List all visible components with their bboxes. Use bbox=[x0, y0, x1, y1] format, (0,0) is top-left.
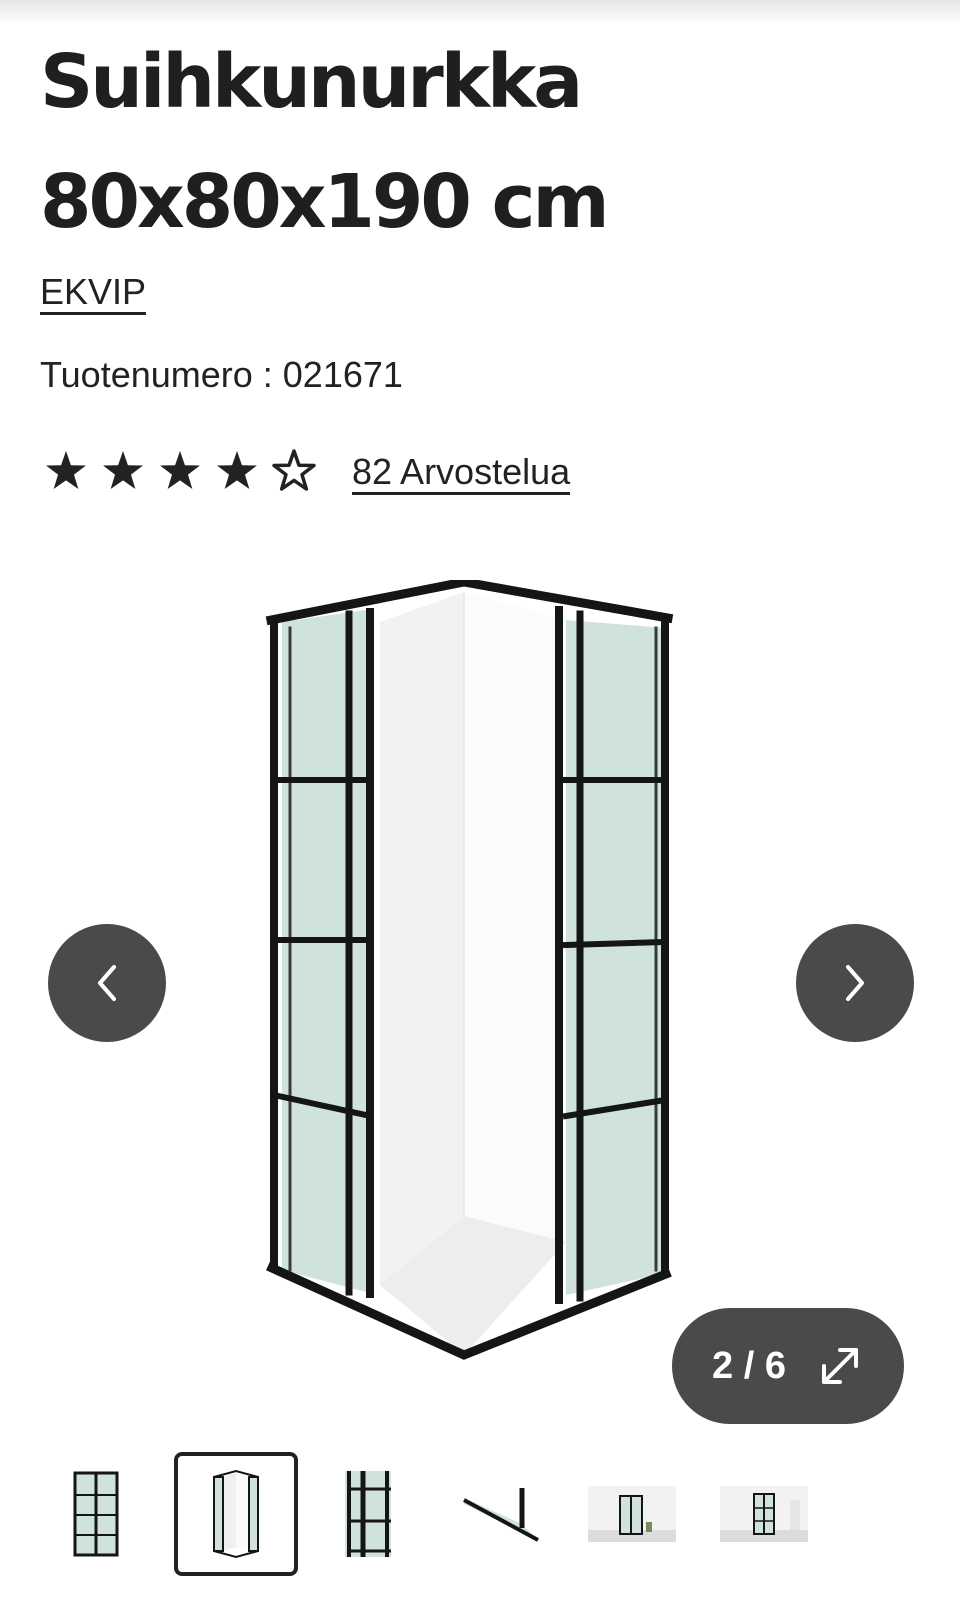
thumbnail-strip bbox=[40, 1452, 920, 1576]
brand-link[interactable]: EKVIP bbox=[40, 272, 147, 315]
prev-image-button[interactable] bbox=[48, 924, 166, 1042]
image-counter: 2 / 6 bbox=[712, 1344, 786, 1387]
thumbnail-3[interactable] bbox=[306, 1452, 430, 1576]
product-number: Tuotenumero : 021671 bbox=[40, 354, 403, 395]
expand-icon bbox=[821, 1348, 858, 1384]
thumbnail-image bbox=[73, 1471, 119, 1557]
reviews-link[interactable]: 82 Arvostelua bbox=[352, 452, 571, 495]
thumbnail-6[interactable] bbox=[702, 1452, 826, 1576]
star-icon bbox=[46, 451, 86, 489]
thumbnail-2[interactable] bbox=[174, 1452, 298, 1576]
chevron-left-icon bbox=[98, 965, 116, 1001]
star-icon bbox=[160, 451, 200, 489]
product-image bbox=[265, 580, 674, 1360]
thumbnail-image bbox=[720, 1486, 808, 1542]
star-icon bbox=[103, 451, 143, 489]
thumbnail-image bbox=[588, 1486, 676, 1542]
thumbnail-5[interactable] bbox=[570, 1452, 694, 1576]
thumbnail-image bbox=[345, 1471, 391, 1557]
product-title: Suihkunurkka 80x80x190 cm bbox=[40, 39, 610, 245]
header-shadow bbox=[0, 0, 960, 24]
next-image-button[interactable] bbox=[796, 924, 914, 1042]
rating-stars bbox=[46, 449, 316, 491]
chevron-right-icon bbox=[846, 965, 864, 1001]
thumbnail-4[interactable] bbox=[438, 1452, 562, 1576]
thumbnail-image bbox=[463, 1488, 539, 1542]
thumbnail-1[interactable] bbox=[34, 1452, 158, 1576]
star-icon bbox=[217, 451, 257, 489]
thumbnail-image bbox=[213, 1469, 259, 1559]
star-half-icon bbox=[272, 449, 316, 491]
gallery-counter-button[interactable]: 2 / 6 bbox=[672, 1308, 904, 1424]
